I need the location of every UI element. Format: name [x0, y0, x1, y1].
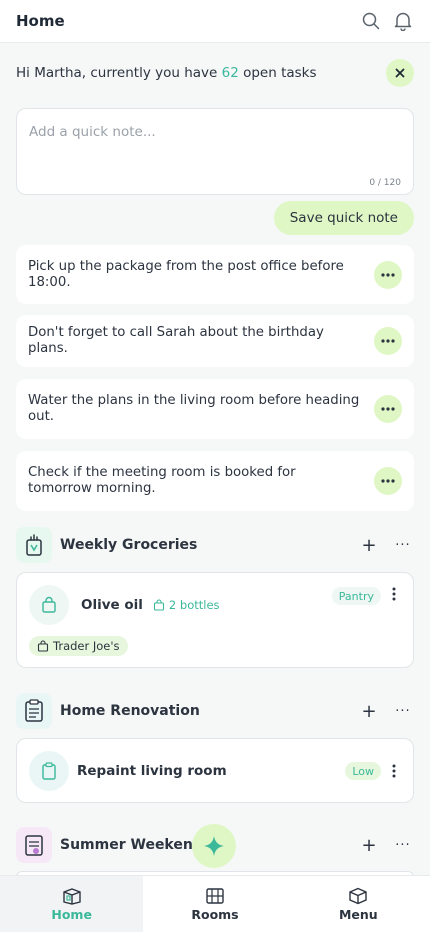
more-horizontal-icon: [381, 272, 395, 277]
list-item-card[interactable]: Olive oil 2 bottles Pantry Trader Joe's: [16, 572, 414, 668]
top-app-bar: Home: [0, 0, 430, 43]
note-card[interactable]: Check if the meeting room is booked for …: [16, 451, 414, 511]
note-card[interactable]: Pick up the package from the post office…: [16, 245, 414, 304]
page-title: Home: [16, 12, 65, 30]
save-quick-note-button[interactable]: Save quick note: [273, 201, 414, 235]
section-more-button[interactable]: ···: [392, 838, 414, 853]
quick-note-input[interactable]: Add a quick note... 0 / 120: [16, 108, 414, 195]
item-quantity: 2 bottles: [153, 598, 220, 612]
calendar-checklist-icon: [16, 827, 52, 863]
more-vertical-icon: [392, 764, 396, 778]
note-card[interactable]: Water the plans in the living room befor…: [16, 379, 414, 439]
greeting-prefix: Hi Martha, currently you have: [16, 65, 222, 81]
greeting-suffix: open tasks: [238, 65, 317, 81]
item-menu-button[interactable]: [387, 587, 401, 601]
home-box-icon: [62, 887, 81, 905]
more-horizontal-icon: [381, 339, 395, 343]
note-text: Check if the meeting room is booked for …: [28, 465, 296, 496]
note-more-button[interactable]: [374, 395, 402, 423]
clipboard-icon: [29, 751, 69, 791]
shopping-bag-icon: [29, 585, 69, 625]
priority-badge: Low: [345, 762, 381, 780]
more-horizontal-icon: [381, 479, 395, 483]
note-text: Pick up the package from the post office…: [28, 258, 344, 290]
section-more-button[interactable]: ···: [392, 538, 414, 553]
open-task-count: 62: [221, 65, 239, 81]
add-item-button[interactable]: +: [358, 701, 380, 722]
nav-home[interactable]: Home: [0, 876, 144, 932]
list-item: Repaint living room Low: [29, 751, 401, 791]
section-title: Home Renovation: [60, 703, 200, 719]
quick-note-placeholder: Add a quick note...: [29, 124, 156, 140]
bottom-navigation: Home Rooms Menu: [0, 875, 430, 932]
list-item: Olive oil 2 bottles Pantry: [29, 585, 401, 625]
note-more-button[interactable]: [374, 327, 402, 355]
note-card[interactable]: Don't forget to call Sarah about the bir…: [16, 315, 414, 367]
character-counter: 0 / 120: [369, 178, 401, 188]
nav-label: Menu: [338, 906, 378, 922]
nav-menu[interactable]: Menu: [287, 876, 430, 932]
menu-box-icon: [349, 887, 368, 904]
close-button[interactable]: [386, 59, 414, 87]
bell-icon[interactable]: [392, 10, 414, 32]
list-item-card[interactable]: Repaint living room Low: [16, 738, 414, 803]
item-name: Olive oil: [81, 597, 143, 613]
clipboard-list-icon: [16, 693, 52, 729]
note-text: Don't forget to call Sarah about the bir…: [28, 325, 324, 356]
section-more-button[interactable]: ···: [392, 704, 414, 719]
section-header-weekly-groceries: Weekly Groceries + ···: [16, 527, 414, 563]
note-more-button[interactable]: [374, 260, 402, 289]
nav-label: Home: [51, 906, 92, 922]
store-tag: Trader Joe's: [29, 636, 128, 656]
quantity-text: 2 bottles: [168, 598, 220, 612]
sparkle-icon: [204, 836, 224, 856]
note-more-button[interactable]: [374, 467, 402, 495]
close-icon: [395, 68, 405, 78]
bag-small-icon: [153, 599, 164, 611]
ai-assistant-button[interactable]: [192, 824, 236, 868]
grocery-bag-icon: [16, 527, 52, 563]
section-title: Summer Weekends: [60, 837, 212, 853]
add-item-button[interactable]: +: [358, 535, 380, 556]
store-name: Trader Joe's: [53, 639, 120, 653]
rooms-icon: [206, 887, 224, 904]
add-item-button[interactable]: +: [358, 835, 380, 856]
bag-small-icon: [37, 640, 49, 652]
search-icon[interactable]: [360, 10, 382, 32]
section-header-home-renovation: Home Renovation + ···: [16, 693, 414, 729]
section-title: Weekly Groceries: [60, 537, 198, 553]
note-text: Water the plans in the living room befor…: [28, 393, 360, 424]
greeting-text: Hi Martha, currently you have 62 open ta…: [16, 65, 386, 81]
nav-rooms[interactable]: Rooms: [143, 876, 286, 932]
greeting-banner: Hi Martha, currently you have 62 open ta…: [16, 58, 414, 88]
item-name: Repaint living room: [77, 763, 227, 779]
nav-label: Rooms: [191, 906, 239, 922]
category-badge: Pantry: [331, 587, 381, 605]
more-vertical-icon: [392, 587, 396, 601]
item-menu-button[interactable]: [387, 764, 401, 778]
more-horizontal-icon: [381, 407, 395, 411]
